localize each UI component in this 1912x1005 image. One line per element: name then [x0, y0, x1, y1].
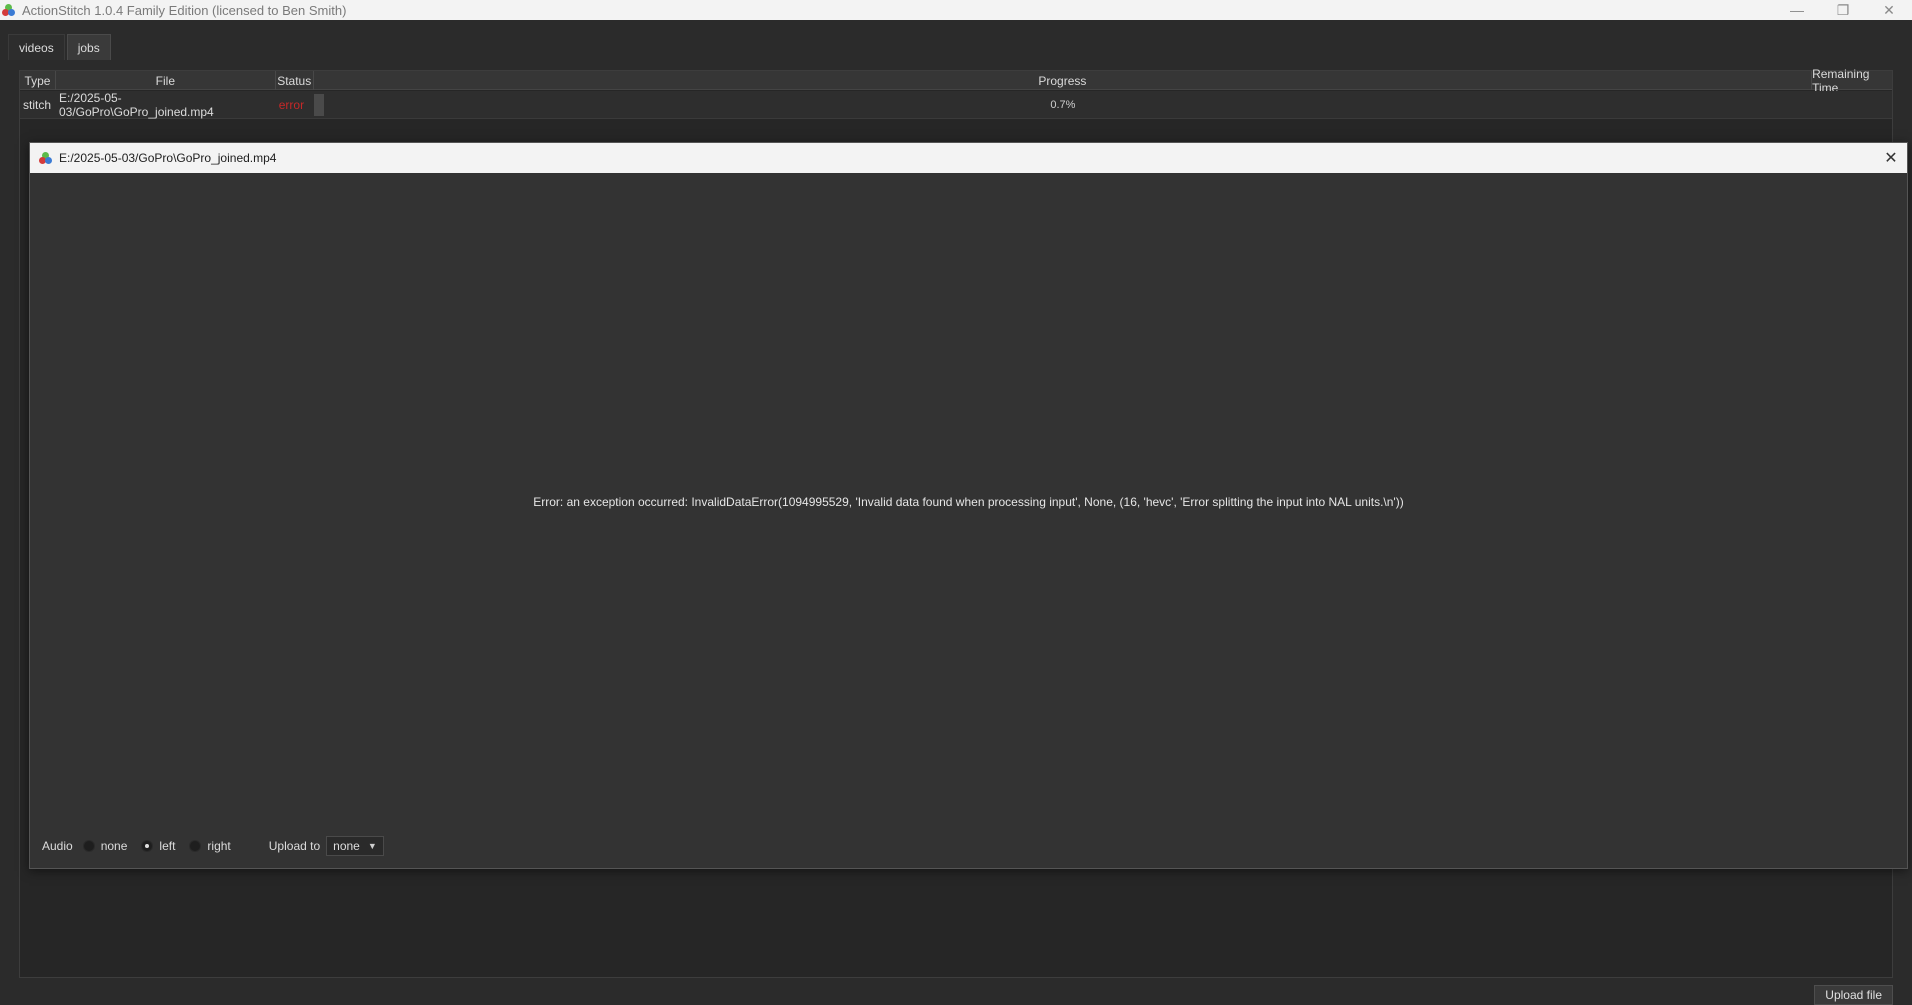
chevron-down-icon: ▼ [367, 841, 377, 851]
tab-videos[interactable]: videos [8, 34, 65, 60]
column-header-progress[interactable]: Progress [314, 71, 1813, 90]
audio-none-label[interactable]: none [101, 839, 128, 853]
dialog-title: E:/2025-05-03/GoPro\GoPro_joined.mp4 [59, 151, 277, 165]
audio-none-radio[interactable] [82, 840, 95, 852]
job-error-dialog: E:/2025-05-03/GoPro\GoPro_joined.mp4 ✕ E… [29, 142, 1908, 869]
upload-file-button[interactable]: Upload file [1814, 985, 1893, 1005]
window-controls: — ❐ ✕ [1774, 0, 1912, 20]
upload-to-select[interactable]: none ▼ [326, 836, 384, 856]
jobs-table-header: Type File Status Progress Remaining Time [20, 67, 1892, 95]
window-titlebar: ActionStitch 1.0.4 Family Edition (licen… [0, 0, 1912, 20]
audio-left-label[interactable]: left [159, 839, 175, 853]
app-logo-icon [2, 3, 16, 17]
audio-left-radio[interactable] [141, 840, 154, 852]
job-type: stitch [23, 98, 52, 112]
restore-button[interactable]: ❐ [1820, 0, 1866, 20]
column-header-type[interactable]: Type [20, 71, 56, 90]
column-header-file[interactable]: File [56, 71, 276, 90]
dialog-close-button[interactable]: ✕ [1881, 148, 1901, 168]
column-header-remaining-time[interactable]: Remaining Time [1812, 67, 1892, 95]
job-status: error [278, 98, 305, 112]
upload-to-selected-value: none [333, 839, 360, 853]
audio-right-label[interactable]: right [207, 839, 230, 853]
job-remaining-time [1812, 91, 1892, 119]
dialog-titlebar: E:/2025-05-03/GoPro\GoPro_joined.mp4 ✕ [30, 143, 1907, 173]
audio-right-radio[interactable] [189, 840, 202, 852]
app-logo-icon [39, 151, 53, 165]
window-title: ActionStitch 1.0.4 Family Edition (licen… [22, 2, 347, 18]
progress-text: 0.7% [1050, 99, 1076, 111]
column-header-status[interactable]: Status [276, 71, 314, 90]
job-file: E:/2025-05-03/GoPro\GoPro_joined.mp4 [58, 91, 214, 119]
close-button[interactable]: ✕ [1866, 0, 1912, 20]
dialog-options: Audio none left right Upload to none ▼ [42, 835, 384, 857]
table-row[interactable]: stitch E:/2025-05-03/GoPro\GoPro_joined.… [20, 91, 1892, 119]
tab-jobs[interactable]: jobs [66, 34, 111, 60]
upload-to-label: Upload to [268, 839, 321, 853]
minimize-button[interactable]: — [1774, 0, 1820, 20]
error-message: Error: an exception occurred: InvalidDat… [533, 495, 1404, 509]
tab-bar: videos jobs [8, 34, 113, 60]
job-progress: 0.7% [313, 91, 1812, 119]
audio-label: Audio [42, 839, 73, 853]
